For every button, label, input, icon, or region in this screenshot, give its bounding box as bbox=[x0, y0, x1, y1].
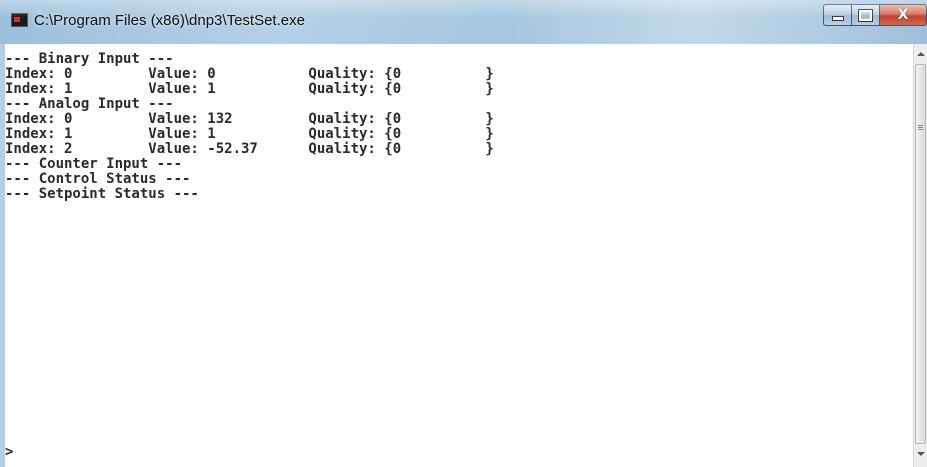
console-line: Index: 1 Value: 1 Quality: {0 } bbox=[5, 81, 494, 97]
console-line: Index: 2 Value: -52.37 Quality: {0 } bbox=[5, 141, 494, 157]
maximize-button[interactable] bbox=[851, 4, 879, 26]
grip-icon bbox=[918, 125, 923, 126]
console-line: --- Control Status --- bbox=[5, 171, 191, 187]
scrollbar-thumb[interactable] bbox=[915, 64, 926, 444]
minimize-icon bbox=[831, 15, 844, 21]
scroll-up-arrow-icon[interactable] bbox=[917, 52, 925, 56]
close-button[interactable]: X bbox=[879, 4, 927, 26]
console-line: --- Setpoint Status --- bbox=[5, 186, 199, 202]
scroll-down-arrow-icon[interactable] bbox=[917, 452, 925, 456]
close-icon: X bbox=[897, 7, 909, 23]
console-window: C:\Program Files (x86)\dnp3\TestSet.exe … bbox=[0, 0, 927, 467]
command-prompt[interactable]: > bbox=[5, 445, 13, 460]
console-line: --- Binary Input --- bbox=[5, 51, 174, 67]
window-controls: X bbox=[823, 4, 927, 26]
console-line: Index: 0 Value: 132 Quality: {0 } bbox=[5, 111, 494, 127]
maximize-icon bbox=[858, 8, 873, 22]
console-line: Index: 0 Value: 0 Quality: {0 } bbox=[5, 66, 494, 82]
console-line: Index: 1 Value: 1 Quality: {0 } bbox=[5, 126, 494, 142]
console-app-icon[interactable] bbox=[11, 13, 28, 27]
vertical-scrollbar[interactable] bbox=[913, 44, 927, 467]
console-line: --- Counter Input --- bbox=[5, 156, 183, 172]
console-output[interactable]: --- Binary Input --- Index: 0 Value: 0 Q… bbox=[5, 44, 913, 467]
title-bar[interactable]: C:\Program Files (x86)\dnp3\TestSet.exe … bbox=[0, 0, 927, 44]
console-lines: --- Binary Input --- Index: 0 Value: 0 Q… bbox=[5, 52, 494, 202]
console-line: --- Analog Input --- bbox=[5, 96, 174, 112]
window-title: C:\Program Files (x86)\dnp3\TestSet.exe bbox=[34, 12, 305, 29]
minimize-button[interactable] bbox=[823, 4, 851, 26]
